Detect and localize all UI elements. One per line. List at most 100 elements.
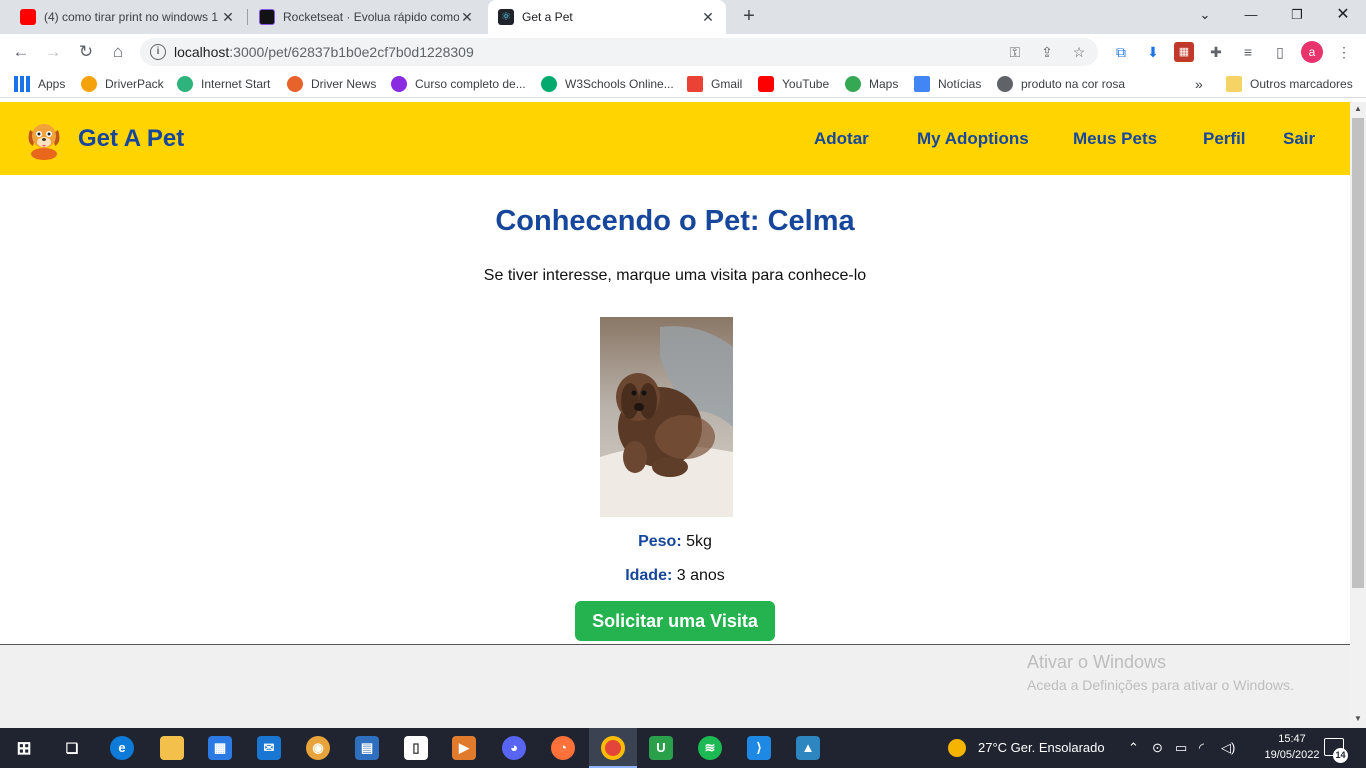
windows-taskbar: ⊞ ❏ e ▦ ✉ ◉ ▤ ▯ ▶ ◕ ◔ U ≋ ⟩ ▲ 27°C Ger. … — [0, 728, 1366, 768]
new-tab-button[interactable]: + — [737, 5, 761, 29]
share-icon[interactable]: ⇪ — [1038, 43, 1056, 61]
apps-grid-icon — [14, 76, 30, 92]
reload-button[interactable]: ↻ — [74, 40, 98, 64]
tab-rocketseat[interactable]: Rocketseat · Evolua rápido como ✕ — [249, 0, 485, 34]
bookmark-driver-news[interactable]: Driver News — [287, 76, 376, 92]
chrome-alt-icon[interactable]: ◉ — [306, 736, 330, 760]
page-title: Conhecendo o Pet: Celma — [495, 205, 855, 237]
battery-icon[interactable]: ▭ — [1175, 740, 1187, 756]
course-icon — [391, 76, 407, 92]
bookmark-maps[interactable]: Maps — [845, 76, 898, 92]
back-button[interactable]: ← — [9, 40, 33, 64]
home-button[interactable]: ⌂ — [106, 40, 130, 64]
bookmark-curso[interactable]: Curso completo de... — [391, 76, 526, 92]
request-visit-button[interactable]: Solicitar uma Visita — [575, 601, 775, 641]
bookmarks-bar: Apps DriverPack Internet Start Driver Ne… — [0, 70, 1366, 98]
notification-count-badge: 14 — [1333, 748, 1348, 763]
nav-perfil[interactable]: Perfil — [1203, 129, 1246, 149]
brand-name[interactable]: Get A Pet — [78, 125, 184, 153]
media-control-icon[interactable]: ≡ — [1238, 42, 1258, 62]
news-icon — [914, 76, 930, 92]
maps-icon — [845, 76, 861, 92]
spotify-icon[interactable]: ≋ — [698, 736, 722, 760]
page-scrollbar[interactable]: ▲ ▼ — [1350, 102, 1366, 728]
site-navbar: Get A Pet Adotar My Adoptions Meus Pets … — [0, 102, 1350, 175]
file-explorer-icon[interactable] — [160, 736, 184, 760]
pet-photo — [600, 317, 733, 517]
key-icon[interactable]: ⚿ — [1006, 43, 1024, 61]
dog-logo-icon[interactable] — [24, 118, 64, 160]
translate-extension-icon[interactable]: ⧉ — [1111, 42, 1131, 62]
bookmark-noticias[interactable]: Notícias — [914, 76, 981, 92]
bookmark-w3schools[interactable]: W3Schools Online... — [541, 76, 674, 92]
clock-time: 15:47 — [1278, 733, 1306, 745]
site-info-icon[interactable]: i — [150, 44, 166, 60]
bookmark-youtube[interactable]: YouTube — [758, 76, 829, 92]
bookmark-internet-start[interactable]: Internet Start — [177, 76, 270, 92]
more-bookmarks-chevron-icon[interactable]: » — [1195, 76, 1203, 92]
extension-icon[interactable]: ▦ — [1174, 42, 1194, 62]
nav-meus-pets[interactable]: Meus Pets — [1073, 129, 1157, 149]
bookmark-star-icon[interactable]: ☆ — [1070, 43, 1088, 61]
tab-title: (4) como tirar print no windows 1 — [44, 10, 219, 24]
chrome-icon[interactable] — [601, 736, 625, 760]
system-clock[interactable]: 15:47 19/05/2022 — [1262, 731, 1322, 763]
weight-value: 5kg — [686, 533, 712, 550]
tray-app-icon[interactable]: ⊙ — [1152, 740, 1163, 756]
rocketseat-icon — [259, 9, 275, 25]
puzzle-extensions-icon[interactable]: ✚ — [1206, 42, 1226, 62]
bookmark-apps[interactable]: Apps — [14, 76, 65, 92]
forward-button[interactable]: → — [41, 40, 65, 64]
minimize-button[interactable]: — — [1228, 0, 1274, 30]
tab-search-icon[interactable]: ⌄ — [1182, 0, 1228, 30]
nav-adotar[interactable]: Adotar — [814, 129, 869, 149]
discord-icon[interactable]: ◕ — [502, 736, 526, 760]
windows-start-icon[interactable]: ⊞ — [12, 736, 36, 760]
volume-icon[interactable]: ◁) — [1221, 740, 1235, 756]
pet-weight: Peso: 5kg — [0, 533, 1350, 551]
vscode-icon[interactable]: ⟩ — [747, 736, 771, 760]
news-app-icon[interactable]: ▤ — [355, 736, 379, 760]
tray-chevron-icon[interactable]: ⌃ — [1128, 740, 1139, 756]
firefox-icon[interactable]: ◔ — [551, 736, 575, 760]
restore-button[interactable]: ❐ — [1274, 0, 1320, 30]
document-icon[interactable]: ▯ — [404, 736, 428, 760]
bookmark-gmail[interactable]: Gmail — [687, 76, 742, 92]
bookmark-driverpack[interactable]: DriverPack — [81, 76, 164, 92]
scroll-up-arrow-icon[interactable]: ▲ — [1350, 102, 1366, 116]
store-icon[interactable]: ▦ — [208, 736, 232, 760]
bookmark-label: W3Schools Online... — [565, 77, 674, 91]
mail-icon[interactable]: ✉ — [257, 736, 281, 760]
uget-icon[interactable]: U — [649, 736, 673, 760]
tab-get-a-pet[interactable]: ⚛ Get a Pet ✕ — [488, 0, 726, 34]
scroll-thumb[interactable] — [1352, 118, 1364, 588]
weather-text[interactable]: 27°C Ger. Ensolarado — [978, 740, 1105, 755]
weather-icon[interactable] — [948, 739, 966, 757]
profile-avatar[interactable]: a — [1301, 41, 1323, 63]
scroll-down-arrow-icon[interactable]: ▼ — [1350, 712, 1366, 726]
download-extension-icon[interactable]: ⬇ — [1143, 42, 1163, 62]
close-window-button[interactable]: ✕ — [1320, 0, 1366, 30]
media-player-icon[interactable]: ▶ — [452, 736, 476, 760]
browser-toolbar: ← → ↻ ⌂ i localhost:3000/pet/62837b1b0e2… — [0, 34, 1366, 70]
close-tab-icon[interactable]: ✕ — [700, 9, 716, 26]
photos-icon[interactable]: ▲ — [796, 736, 820, 760]
wifi-icon[interactable]: ◜ — [1199, 740, 1204, 756]
nav-my-adoptions[interactable]: My Adoptions — [917, 129, 1029, 149]
activation-watermark-title: Ativar o Windows — [1027, 652, 1167, 672]
address-bar[interactable]: i localhost:3000/pet/62837b1b0e2cf7b0d12… — [140, 38, 1098, 66]
side-panel-icon[interactable]: ▯ — [1270, 42, 1290, 62]
close-tab-icon[interactable]: ✕ — [459, 9, 475, 26]
url-text[interactable]: localhost:3000/pet/62837b1b0e2cf7b0d1228… — [174, 44, 474, 60]
edge-icon[interactable]: e — [110, 736, 134, 760]
task-view-icon[interactable]: ❏ — [60, 736, 84, 760]
driver-news-icon — [287, 76, 303, 92]
tab-youtube[interactable]: (4) como tirar print no windows 1 ✕ — [10, 0, 246, 34]
nav-sair[interactable]: Sair — [1283, 129, 1315, 149]
close-tab-icon[interactable]: ✕ — [220, 9, 236, 26]
react-icon: ⚛ — [498, 9, 514, 25]
bookmark-label: produto na cor rosa — [1021, 77, 1126, 91]
menu-kebab-icon[interactable]: ⋮ — [1334, 42, 1354, 62]
bookmark-produto[interactable]: produto na cor rosa — [997, 76, 1125, 92]
bookmark-other-folder[interactable]: Outros marcadores — [1226, 76, 1353, 92]
